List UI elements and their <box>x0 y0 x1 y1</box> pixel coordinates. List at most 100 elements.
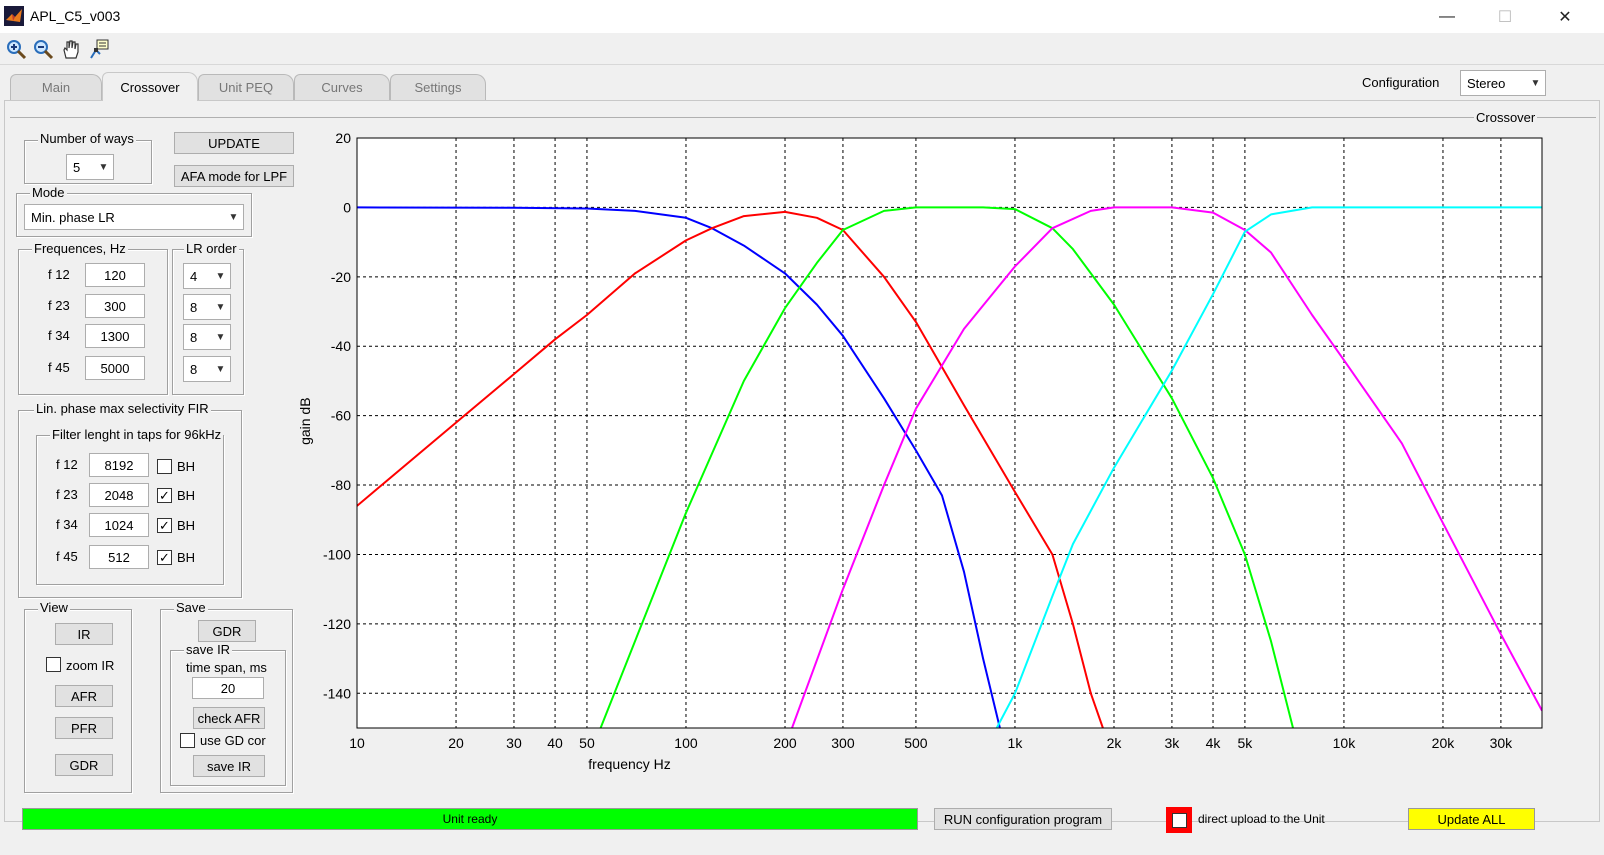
chevron-down-icon: ▼ <box>210 325 230 349</box>
y-tick-label: -40 <box>331 338 351 354</box>
maximize-button[interactable]: ☐ <box>1476 0 1534 33</box>
pan-hand-icon[interactable] <box>58 36 84 62</box>
gdr-save-button[interactable]: GDR <box>198 620 256 642</box>
x-tick-label: 300 <box>831 735 855 751</box>
close-button[interactable]: ✕ <box>1536 0 1594 33</box>
x-tick-label: 3k <box>1165 735 1181 751</box>
afa-mode-button[interactable]: AFA mode for LPF <box>174 165 294 187</box>
x-tick-label: 50 <box>579 735 595 751</box>
run-configuration-button[interactable]: RUN configuration program <box>934 808 1112 830</box>
y-tick-label: 20 <box>335 130 351 146</box>
status-text: Unit ready <box>442 812 498 826</box>
afr-button[interactable]: AFR <box>55 685 113 707</box>
tab-crossover[interactable]: Crossover <box>102 72 198 101</box>
chevron-down-icon: ▼ <box>210 295 230 319</box>
panel-border <box>10 117 1596 118</box>
title-bar: APL_C5_v003 — ☐ ✕ <box>0 0 1604 33</box>
check-afr-button[interactable]: check AFR <box>193 707 265 729</box>
matlab-logo-icon <box>4 6 24 26</box>
pfr-button[interactable]: PFR <box>55 717 113 739</box>
update-all-label: Update ALL <box>1437 811 1506 827</box>
bh-label: BH <box>177 550 196 565</box>
freq-input-f12[interactable]: 120 <box>85 263 145 287</box>
time-span-input[interactable]: 20 <box>192 677 264 699</box>
lr-order-select-f23[interactable]: 8 ▼ <box>183 294 231 320</box>
lr-order-value: 8 <box>190 299 198 315</box>
use-gd-cor-checkbox[interactable] <box>180 733 195 748</box>
freq-input-f45[interactable]: 5000 <box>85 356 145 380</box>
fir-label-f12: f 12 <box>56 457 78 472</box>
save-ir-button[interactable]: save IR <box>193 755 265 777</box>
x-tick-label: 10k <box>1333 735 1357 751</box>
tab-unit-peq[interactable]: Unit PEQ <box>198 74 294 100</box>
fir-label-f34: f 34 <box>56 517 78 532</box>
x-tick-label: 20 <box>448 735 464 751</box>
mode-value: Min. phase LR <box>31 209 115 225</box>
bh-checkbox-f23[interactable]: ✓ <box>157 488 172 503</box>
fir-input-f34[interactable]: 1024 <box>89 513 149 537</box>
zoom-in-icon[interactable] <box>3 36 29 62</box>
fir-input-f45[interactable]: 512 <box>89 545 149 569</box>
fir-label-f45: f 45 <box>56 549 78 564</box>
direct-upload-checkbox[interactable] <box>1166 807 1192 833</box>
bh-checkbox-f45[interactable]: ✓ <box>157 550 172 565</box>
chevron-down-icon: ▼ <box>93 155 113 179</box>
freq-label-f12: f 12 <box>48 267 70 282</box>
y-tick-label: -120 <box>323 616 351 632</box>
x-axis-label: frequency Hz <box>588 756 670 772</box>
plot-area <box>357 138 1542 728</box>
lr-order-select-f12[interactable]: 4 ▼ <box>183 263 231 289</box>
chevron-down-icon: ▼ <box>210 264 230 288</box>
fir-input-f23[interactable]: 2048 <box>89 483 149 507</box>
ir-button[interactable]: IR <box>55 623 113 645</box>
mode-select[interactable]: Min. phase LR ▼ <box>24 204 244 230</box>
freq-input-f34[interactable]: 1300 <box>85 324 145 348</box>
x-tick-label: 10 <box>349 735 365 751</box>
y-tick-label: -80 <box>331 477 351 493</box>
y-axis-label: gain dB <box>300 397 313 444</box>
lr-order-select-f45[interactable]: 8 ▼ <box>183 356 231 382</box>
bh-label: BH <box>177 488 196 503</box>
fir-title: Lin. phase max selectivity FIR <box>34 401 211 416</box>
number-of-ways-value: 5 <box>73 159 81 175</box>
bh-checkbox-f12[interactable] <box>157 459 172 474</box>
freq-label-f45: f 45 <box>48 360 70 375</box>
checkbox-box <box>1171 812 1187 828</box>
data-cursor-icon[interactable] <box>86 36 112 62</box>
configuration-label: Configuration <box>1362 75 1440 90</box>
update-all-button[interactable]: Update ALL <box>1408 808 1535 830</box>
zoom-ir-label: zoom IR <box>66 658 115 673</box>
tab-curves[interactable]: Curves <box>294 74 390 100</box>
chevron-down-icon: ▼ <box>210 357 230 381</box>
number-of-ways-select[interactable]: 5 ▼ <box>66 154 114 180</box>
minimize-button[interactable]: — <box>1418 0 1476 33</box>
window-title: APL_C5_v003 <box>30 8 121 24</box>
tab-main[interactable]: Main <box>10 74 102 100</box>
bh-label: BH <box>177 459 196 474</box>
frequencies-title: Frequences, Hz <box>32 241 128 256</box>
y-tick-label: 0 <box>343 199 351 215</box>
fir-taps-title: Filter lenght in taps for 96kHz <box>50 427 224 442</box>
bh-checkbox-f34[interactable]: ✓ <box>157 518 172 533</box>
y-tick-label: -140 <box>323 685 351 701</box>
x-tick-label: 40 <box>547 735 563 751</box>
freq-label-f23: f 23 <box>48 298 70 313</box>
zoom-ir-checkbox[interactable] <box>46 657 61 672</box>
fir-input-f12[interactable]: 8192 <box>89 453 149 477</box>
zoom-out-icon[interactable] <box>30 36 56 62</box>
lr-order-value: 8 <box>190 329 198 345</box>
tab-settings[interactable]: Settings <box>390 74 486 100</box>
checkmark-icon: ✓ <box>159 488 170 503</box>
y-tick-label: -20 <box>331 269 351 285</box>
lr-order-title: LR order <box>184 241 239 256</box>
bh-label: BH <box>177 518 196 533</box>
update-button[interactable]: UPDATE <box>174 132 294 154</box>
gdr-view-button[interactable]: GDR <box>55 754 113 776</box>
freq-input-f23[interactable]: 300 <box>85 294 145 318</box>
toolbar <box>0 33 1604 65</box>
save-title: Save <box>174 600 208 615</box>
x-tick-label: 30 <box>506 735 522 751</box>
lr-order-select-f34[interactable]: 8 ▼ <box>183 324 231 350</box>
crossover-response-chart[interactable]: 10 20 30 40 50 100 200 300 500 1k 2k 3k 4k 5k 10k 20k 30… <box>300 120 1560 780</box>
configuration-select[interactable]: Stereo ▼ <box>1460 70 1546 96</box>
